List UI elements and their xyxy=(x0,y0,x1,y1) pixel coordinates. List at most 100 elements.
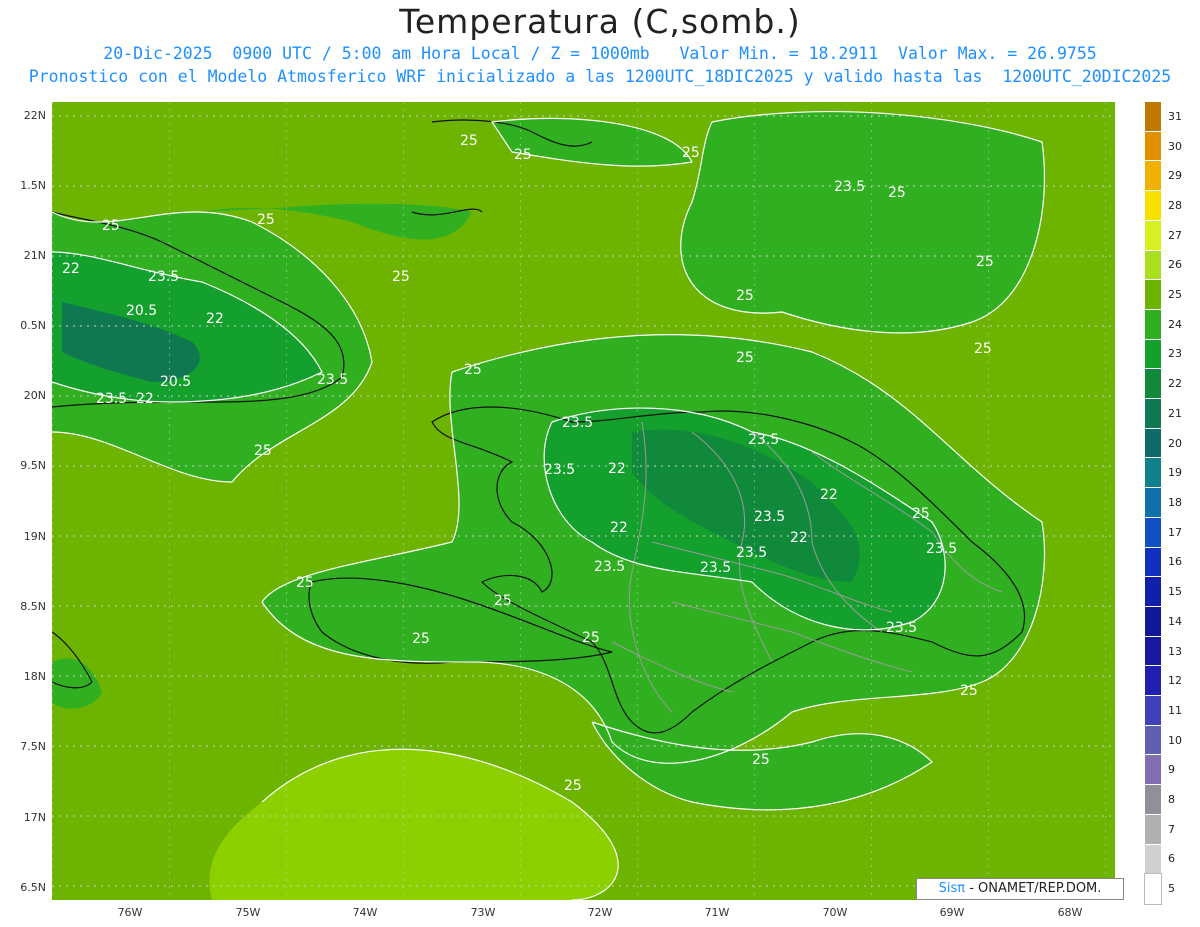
contour-label: 22 xyxy=(608,461,626,477)
colorbar-label: 21 xyxy=(1168,406,1182,420)
credit-text: - ONAMET/REP.DOM. xyxy=(965,881,1102,896)
lat-label: 6.5N xyxy=(20,881,46,894)
contour-label: 25 xyxy=(392,269,410,285)
colorbar-label: 6 xyxy=(1168,852,1175,866)
lat-label: 21N xyxy=(23,249,46,262)
colorbar-label: 5 xyxy=(1168,882,1175,896)
contour-label: 25 xyxy=(464,362,482,378)
colorbar-cell xyxy=(1145,844,1161,875)
contour-label: 23.5 xyxy=(148,269,179,285)
colorbar-cell xyxy=(1145,488,1161,518)
subtitle-model-info: Pronostico con el Modelo Atmosferico WRF… xyxy=(28,67,1172,86)
contour-label: 25 xyxy=(960,683,978,699)
lon-label: 68W xyxy=(1057,906,1083,919)
contour-label: 23.5 xyxy=(594,559,625,575)
colorbar-cell xyxy=(1145,547,1161,578)
contour-label: 23.5 xyxy=(96,391,127,407)
temperature-map: 25 25 25 25 25 25 25 25 25 25 25 25 25 2… xyxy=(52,102,1115,900)
colorbar-label: 23 xyxy=(1168,347,1182,361)
colorbar-cell xyxy=(1145,161,1161,192)
lon-label: 69W xyxy=(939,906,965,919)
colorbar-label: 31 xyxy=(1168,109,1182,123)
colorbar-cell xyxy=(1144,873,1162,905)
contour-label: 22 xyxy=(820,487,838,503)
contour-label: 25 xyxy=(582,630,600,646)
contour-label: 23.5 xyxy=(886,620,917,636)
contour-label: 25 xyxy=(682,145,700,161)
colorbar-label: 15 xyxy=(1168,585,1182,599)
contour-label: 25 xyxy=(912,506,930,522)
contour-label: 22 xyxy=(610,520,628,536)
contour-label: 25 xyxy=(736,350,754,366)
lon-label: 75W xyxy=(235,906,261,919)
colorbar-label: 20 xyxy=(1168,436,1182,450)
lat-label: 0.5N xyxy=(20,319,46,332)
colorbar-cell xyxy=(1145,280,1161,310)
colorbar-cell xyxy=(1145,517,1161,548)
colorbar-cell xyxy=(1145,458,1161,489)
colorbar-label: 7 xyxy=(1168,822,1175,836)
contour-label: 20.5 xyxy=(160,374,191,390)
colorbar-label: 12 xyxy=(1168,674,1182,688)
lon-label: 72W xyxy=(587,906,613,919)
lon-label: 70W xyxy=(822,906,848,919)
lat-label: 18N xyxy=(23,670,46,683)
contour-label: 25 xyxy=(974,341,992,357)
contour-label: 22 xyxy=(790,530,808,546)
contour-label: 25 xyxy=(564,778,582,794)
colorbar-label: 29 xyxy=(1168,169,1182,183)
lon-label: 74W xyxy=(352,906,378,919)
colorbar-cell xyxy=(1145,220,1161,251)
colorbar-cell xyxy=(1145,428,1161,459)
colorbar-label: 9 xyxy=(1168,763,1175,777)
contour-label: 23.5 xyxy=(748,432,779,448)
colorbar-label: 18 xyxy=(1168,496,1182,509)
contour-label: 25 xyxy=(976,254,994,270)
lat-label: 19N xyxy=(23,530,46,543)
colorbar-label: 11 xyxy=(1168,703,1182,717)
contour-label: 20.5 xyxy=(126,303,157,319)
colorbar-cell xyxy=(1145,666,1161,697)
colorbar-cell xyxy=(1145,785,1161,815)
contour-label: 25 xyxy=(257,212,275,228)
lat-label: 8.5N xyxy=(20,600,46,613)
contour-label: 23.5 xyxy=(544,462,575,478)
colorbar-label: 19 xyxy=(1168,466,1182,480)
colorbar-cell xyxy=(1145,696,1161,726)
credit-brand: Sisπ xyxy=(938,881,966,896)
colorbar-cell xyxy=(1145,309,1161,340)
lat-label: 9.5N xyxy=(20,459,46,472)
colorbar-cell xyxy=(1145,102,1161,132)
contour-label: 23.5 xyxy=(834,179,865,195)
contour-label: 23.5 xyxy=(700,560,731,576)
colorbar-cell xyxy=(1145,131,1161,162)
contour-label: 25 xyxy=(102,218,120,234)
contour-label: 25 xyxy=(514,147,532,163)
colorbar-label: 22 xyxy=(1168,377,1182,391)
colorbar-label: 24 xyxy=(1168,317,1182,331)
contour-label: 25 xyxy=(752,752,770,768)
contour-label: 25 xyxy=(254,443,272,459)
contour-label: 25 xyxy=(412,631,430,647)
colorbar-cell xyxy=(1145,191,1161,221)
colorbar-cell xyxy=(1145,250,1161,281)
contour-label: 25 xyxy=(888,185,906,201)
colorbar-cell xyxy=(1145,369,1161,400)
colorbar-label: 16 xyxy=(1168,555,1182,569)
lat-label: 17N xyxy=(23,811,46,824)
colorbar-cell xyxy=(1145,399,1161,429)
lon-label: 71W xyxy=(704,906,730,919)
lat-label: 1.5N xyxy=(20,179,46,192)
chart-title: Temperatura (C,somb.) xyxy=(399,2,801,41)
credit-box: Sisπ - ONAMET/REP.DOM. xyxy=(916,878,1124,900)
colorbar-cell xyxy=(1145,814,1161,845)
colorbar-label: 10 xyxy=(1168,733,1182,747)
colorbar-cell xyxy=(1145,606,1161,637)
lat-label: 22N xyxy=(23,109,46,122)
colorbar-cell xyxy=(1145,755,1161,786)
lon-label: 76W xyxy=(117,906,143,919)
contour-label: 23.5 xyxy=(736,545,767,561)
contour-label: 25 xyxy=(296,575,314,591)
colorbar xyxy=(1144,102,1162,905)
colorbar-label: 14 xyxy=(1168,614,1182,628)
